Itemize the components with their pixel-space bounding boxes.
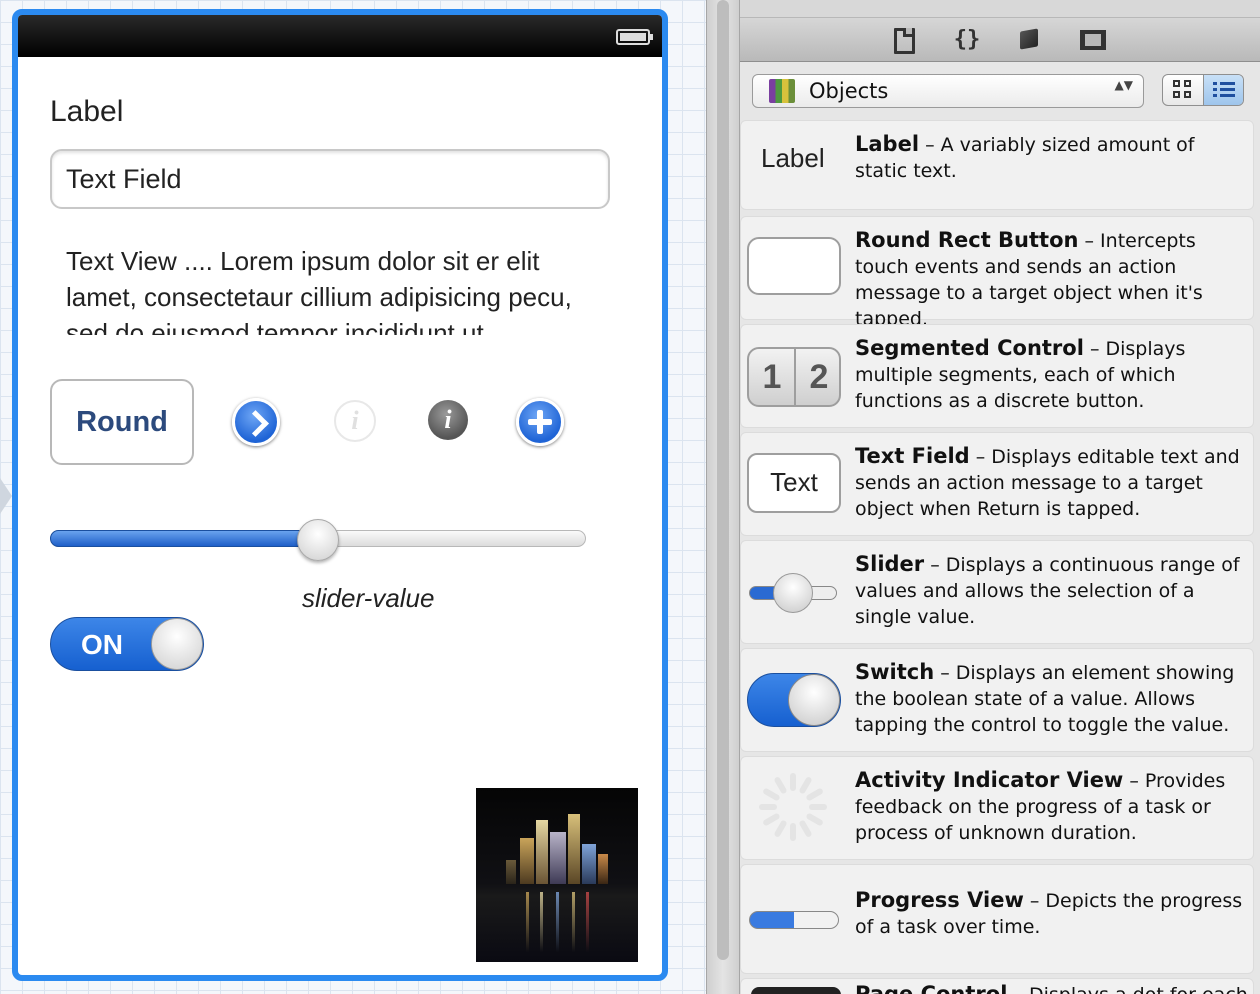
- segment-two-label: 2: [809, 358, 829, 396]
- round-rect-button-preview-icon: [747, 237, 841, 295]
- library-item-description: Progress View – Depicts the progress of …: [855, 887, 1251, 940]
- library-item-title: Text Field: [855, 444, 970, 468]
- library-item-title: Segmented Control: [855, 336, 1084, 360]
- image-building: [582, 844, 596, 884]
- slider-preview-icon: [747, 573, 839, 613]
- image-reflection: [556, 892, 559, 952]
- page-control-preview-icon: [751, 987, 841, 994]
- library-item-segmented-control[interactable]: 1 2 Segmented Control – Displays multipl…: [740, 324, 1254, 428]
- library-tab-bar: {}: [740, 18, 1260, 62]
- image-building: [506, 860, 516, 884]
- slider-value-label[interactable]: slider-value: [302, 583, 434, 614]
- image-building: [598, 854, 608, 884]
- info-dark-button[interactable]: i: [428, 400, 468, 440]
- inspector-top-strip: [740, 0, 1260, 18]
- object-library-icon[interactable]: [1016, 27, 1042, 53]
- switch-element[interactable]: ON: [50, 617, 204, 671]
- progress-view-preview-icon: [749, 911, 839, 929]
- battery-icon: [616, 29, 653, 45]
- switch-preview-knob: [788, 674, 840, 726]
- library-item-description: Label – A variably sized amount of stati…: [855, 131, 1251, 184]
- library-filter-popup[interactable]: Objects ▲▼: [752, 74, 1144, 108]
- library-books-icon: [769, 79, 795, 103]
- media-library-icon[interactable]: [1080, 27, 1108, 53]
- library-item-description: Segmented Control – Displays multiple se…: [855, 335, 1251, 414]
- switch-preview-icon: [747, 673, 841, 727]
- library-item-round-rect-button[interactable]: Round Rect Button – Intercepts touch eve…: [740, 216, 1254, 330]
- contact-add-button[interactable]: [516, 398, 564, 446]
- view-mode-toggle: [1162, 74, 1244, 106]
- grid-view-button[interactable]: [1163, 75, 1204, 105]
- image-view-city-night[interactable]: [476, 788, 638, 962]
- library-panel: {} Objects ▲▼ Label Label – A variably s…: [740, 0, 1260, 994]
- image-reflection: [526, 892, 529, 952]
- round-rect-button[interactable]: Round: [50, 379, 194, 465]
- code-snippet-icon[interactable]: {}: [952, 27, 982, 53]
- library-item-title: Round Rect Button: [855, 228, 1079, 252]
- library-item-title: Switch: [855, 660, 935, 684]
- list-view-button[interactable]: [1204, 75, 1243, 105]
- list-view-icon: [1213, 88, 1235, 91]
- segue-arrow: [0, 478, 12, 514]
- image-reflection: [540, 892, 543, 952]
- library-item-title: Slider: [855, 552, 925, 576]
- switch-on-label: ON: [81, 629, 123, 660]
- segment-one-label: 1: [762, 358, 782, 396]
- image-building: [550, 832, 566, 884]
- slider-fill: [50, 530, 318, 547]
- library-item-description: Activity Indicator View – Provides feedb…: [855, 767, 1251, 846]
- library-item-description: Page Control – Displays a dot for each: [855, 981, 1251, 994]
- grid-view-icon: [1184, 80, 1191, 87]
- library-item-activity-indicator-view[interactable]: Activity Indicator View – Provides feedb…: [740, 756, 1254, 860]
- grid-view-icon: [1173, 91, 1180, 98]
- iphone-view-controller[interactable]: Label Text Field Text View .... Lorem ip…: [12, 9, 668, 981]
- grid-view-icon: [1184, 91, 1191, 98]
- slider-element[interactable]: [50, 519, 586, 561]
- text-field-preview-icon: Text: [747, 453, 841, 513]
- image-building: [568, 814, 580, 884]
- detail-disclosure-button[interactable]: [232, 398, 280, 446]
- switch-knob: [151, 618, 203, 670]
- split-view-divider[interactable]: [706, 0, 740, 994]
- library-item-description: Text Field – Displays editable text and …: [855, 443, 1251, 522]
- library-item-description: Round Rect Button – Intercepts touch eve…: [855, 227, 1251, 332]
- library-filter-label: Objects: [809, 79, 889, 103]
- file-template-icon[interactable]: [890, 27, 916, 54]
- library-item-text: – Displays a dot for each: [1007, 984, 1247, 994]
- library-item-switch[interactable]: Switch – Displays an element showing the…: [740, 648, 1254, 752]
- library-item-progress-view[interactable]: Progress View – Depicts the progress of …: [740, 864, 1254, 974]
- text-field-element[interactable]: Text Field: [50, 149, 610, 209]
- library-item-title: Progress View: [855, 888, 1024, 912]
- library-item-text-field[interactable]: Text Text Field – Displays editable text…: [740, 432, 1254, 536]
- slider-thumb[interactable]: [297, 519, 339, 561]
- slider-preview-knob: [773, 573, 813, 613]
- library-item-label[interactable]: Label Label – A variably sized amount of…: [740, 120, 1254, 210]
- canvas-scrollbar[interactable]: [717, 0, 729, 960]
- image-building: [536, 820, 548, 884]
- activity-indicator-preview-icon: [755, 769, 831, 845]
- grid-view-icon: [1173, 80, 1180, 87]
- image-reflection: [572, 892, 575, 952]
- image-reflection: [586, 892, 589, 952]
- image-building: [520, 838, 534, 884]
- status-bar: [18, 15, 662, 57]
- library-item-title: Activity Indicator View: [855, 768, 1124, 792]
- info-light-button[interactable]: i: [334, 400, 376, 442]
- up-down-arrows-icon: ▲▼: [1114, 78, 1133, 92]
- segmented-control-preview-icon: 1 2: [747, 347, 841, 407]
- library-item-description: Switch – Displays an element showing the…: [855, 659, 1251, 738]
- label-preview-icon: Label: [761, 143, 825, 173]
- library-item-title: Page Control: [855, 982, 1008, 994]
- list-view-icon: [1213, 82, 1235, 85]
- library-item-description: Slider – Displays a continuous range of …: [855, 551, 1251, 630]
- list-view-icon: [1213, 94, 1235, 97]
- label-element[interactable]: Label: [50, 95, 123, 129]
- library-item-page-control[interactable]: Page Control – Displays a dot for each: [740, 978, 1254, 994]
- library-item-slider[interactable]: Slider – Displays a continuous range of …: [740, 540, 1254, 644]
- library-item-title: Label: [855, 132, 920, 156]
- text-view-element[interactable]: Text View .... Lorem ipsum dolor sit er …: [66, 243, 596, 335]
